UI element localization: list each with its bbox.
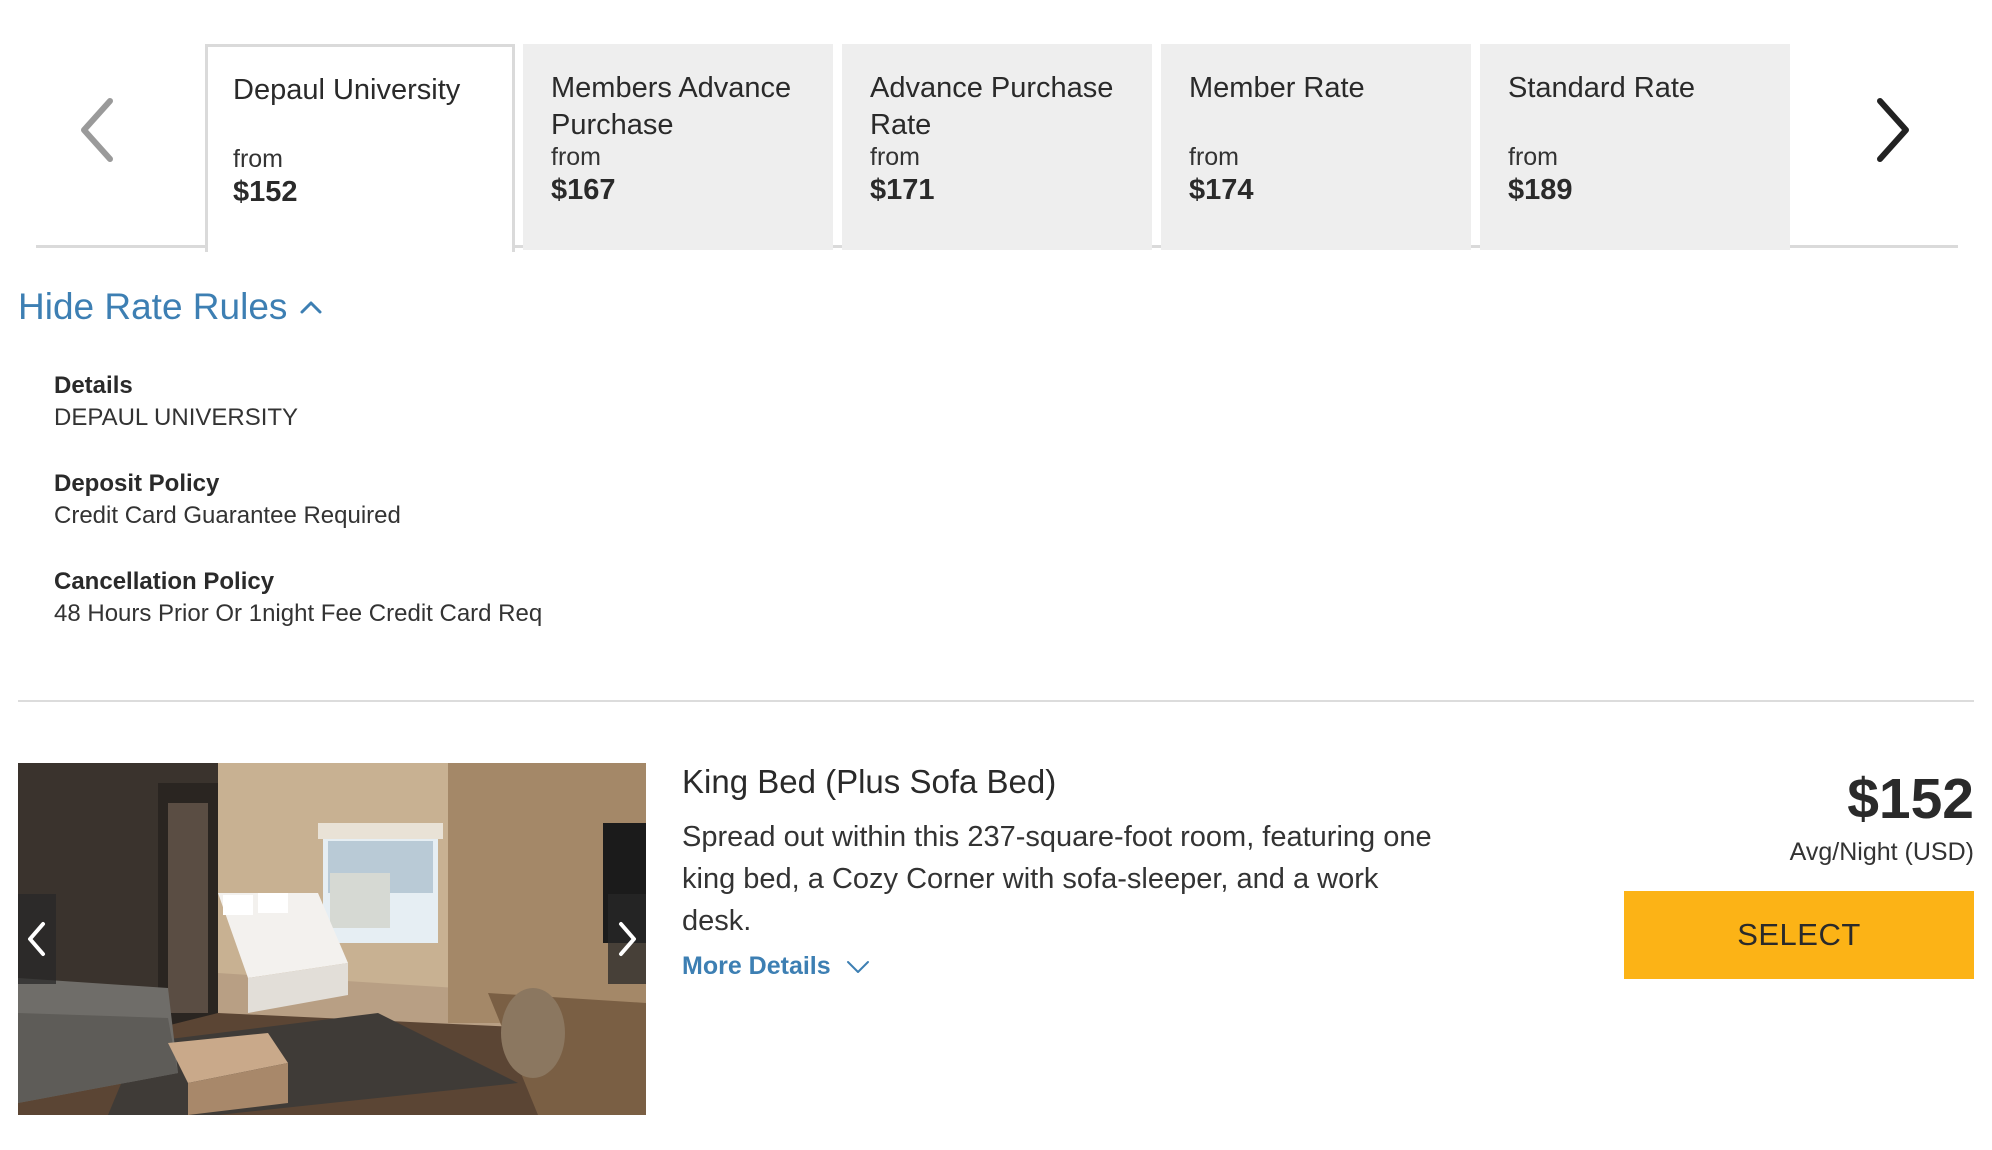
rule-value: 48 Hours Prior Or 1night Fee Credit Card… — [54, 600, 543, 627]
rate-tab-from: from — [1189, 143, 1239, 171]
rule-label: Deposit Policy — [54, 470, 220, 497]
rule-deposit-policy: Deposit Policy Credit Card Guarantee Req… — [54, 468, 542, 532]
rule-label: Details — [54, 372, 133, 399]
rate-tab-title: Member Rate — [1189, 72, 1365, 104]
carousel-prev-button[interactable] — [74, 95, 124, 165]
more-details-label: More Details — [682, 952, 831, 980]
rate-tab-from: from — [233, 145, 283, 173]
rule-value: Credit Card Guarantee Required — [54, 502, 401, 529]
rule-label: Cancellation Policy — [54, 568, 275, 595]
rate-tab-members-advance-purchase[interactable]: Members Advance Purchase from $167 — [523, 44, 833, 250]
select-button[interactable]: SELECT — [1624, 891, 1974, 979]
carousel-next-button[interactable] — [1866, 95, 1916, 165]
room-price-note: Avg/Night (USD) — [1789, 838, 1974, 866]
room-photo — [18, 763, 646, 1115]
rate-tab-title: Standard Rate — [1508, 72, 1696, 104]
rate-tab-from: from — [551, 143, 601, 171]
room-description: Spread out within this 237-square-foot r… — [682, 821, 1432, 937]
rate-tab-title: Members Advance Purchase — [551, 72, 792, 141]
photo-next-button[interactable] — [608, 894, 646, 984]
chevron-right-icon — [619, 922, 636, 956]
chevron-up-icon — [300, 301, 322, 314]
rate-tab-price: $174 — [1189, 174, 1254, 206]
rate-tab-standard-rate[interactable]: Standard Rate from $189 — [1480, 44, 1790, 250]
rule-details: Details DEPAUL UNIVERSITY — [54, 370, 542, 434]
rate-carousel: Depaul University from $152 Members Adva… — [0, 0, 1992, 255]
rate-tab-depaul-university[interactable]: Depaul University from $152 — [205, 44, 515, 252]
hide-rate-rules-label: Hide Rate Rules — [18, 286, 288, 327]
more-details-link[interactable]: More Details — [682, 952, 871, 981]
rule-cancellation-policy: Cancellation Policy 48 Hours Prior Or 1n… — [54, 566, 542, 630]
rate-tab-from: from — [870, 143, 920, 171]
rate-rules-list: Details DEPAUL UNIVERSITY Deposit Policy… — [54, 370, 542, 664]
rate-tab-advance-purchase-rate[interactable]: Advance Purchase Rate from $171 — [842, 44, 1152, 250]
rate-tab-price: $189 — [1508, 174, 1573, 206]
chevron-left-icon — [81, 98, 113, 162]
rate-tab-title: Depaul University — [233, 74, 461, 106]
room-price: $152 — [1847, 767, 1974, 831]
rate-tab-price: $152 — [233, 176, 298, 208]
rate-tab-member-rate[interactable]: Member Rate from $174 — [1161, 44, 1471, 250]
rate-tab-from: from — [1508, 143, 1558, 171]
room-photo-image — [18, 763, 646, 1115]
chevron-down-icon — [846, 960, 869, 973]
rule-value: DEPAUL UNIVERSITY — [54, 404, 299, 431]
section-divider — [18, 700, 1974, 702]
photo-prev-button[interactable] — [18, 894, 56, 984]
rate-tab-title: Advance Purchase Rate — [870, 72, 1114, 141]
chevron-left-icon — [28, 922, 45, 956]
chevron-right-icon — [1877, 98, 1909, 162]
rate-tab-price: $171 — [870, 174, 935, 206]
room-title: King Bed (Plus Sofa Bed) — [682, 763, 1057, 800]
rate-tab-price: $167 — [551, 174, 616, 206]
hide-rate-rules-button[interactable]: Hide Rate Rules — [18, 286, 323, 328]
